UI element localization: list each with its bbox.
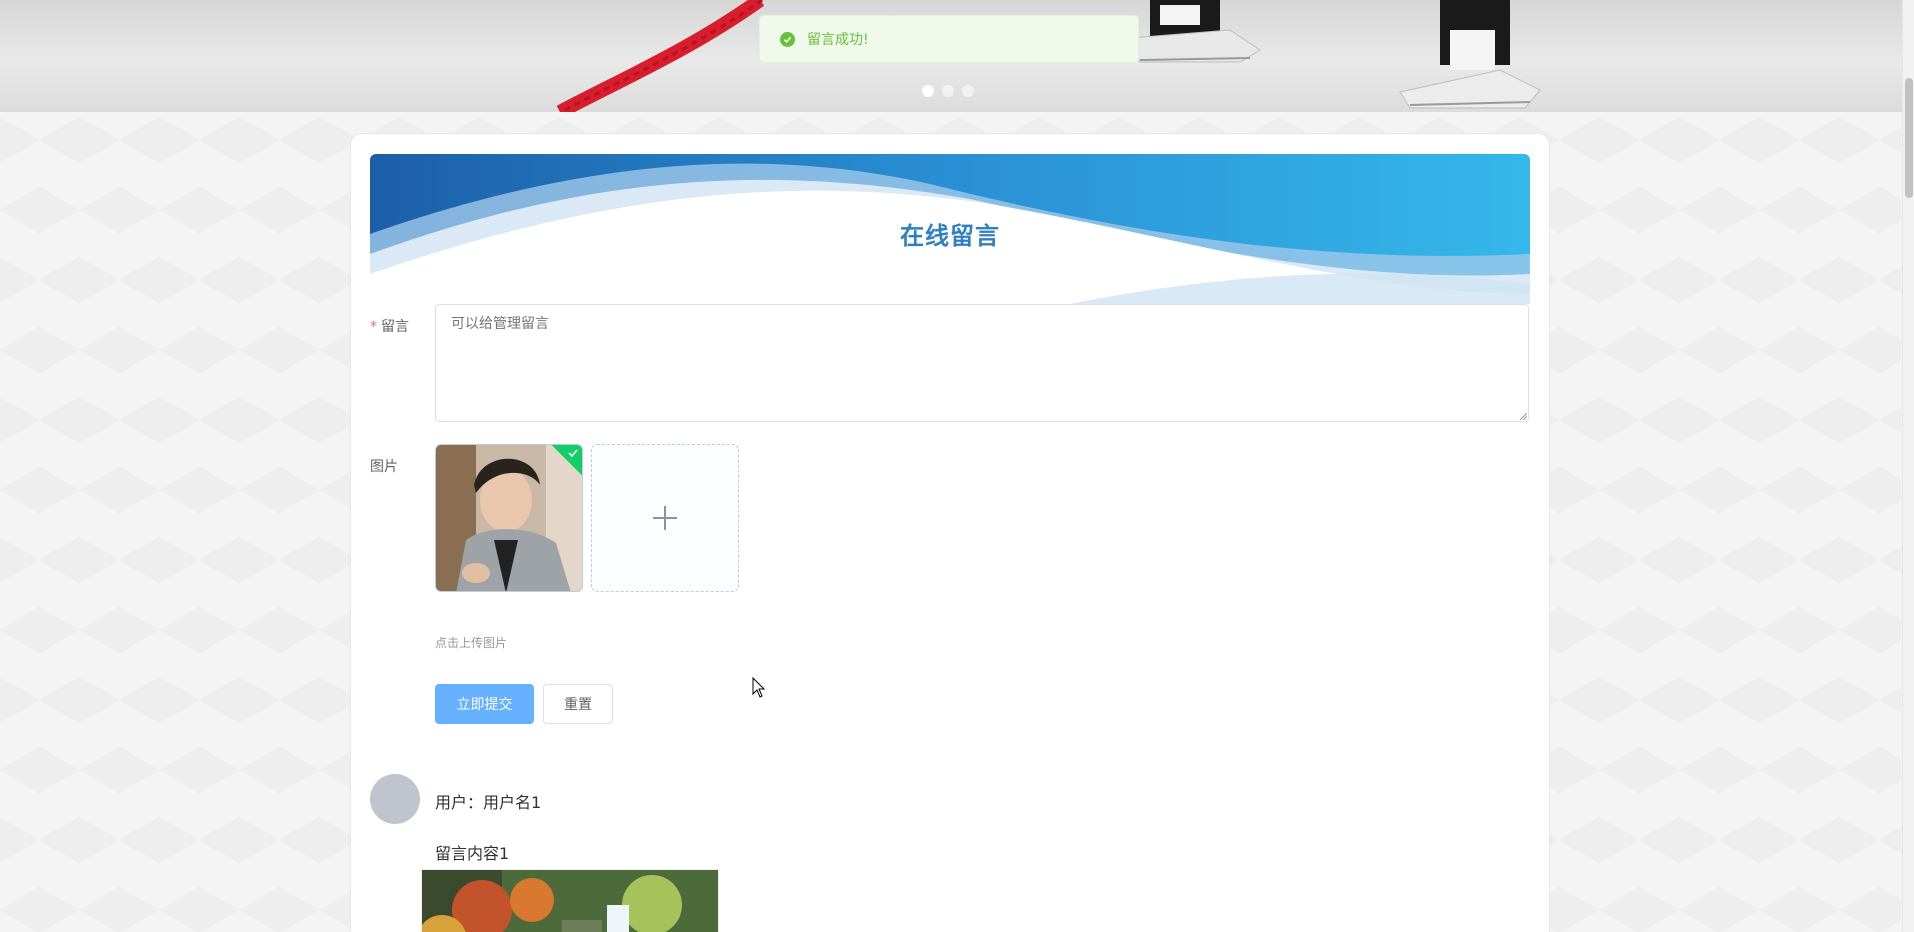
message-label-text: 留言 [381, 319, 409, 335]
success-toast: 留言成功! [759, 15, 1139, 63]
required-mark: * [370, 319, 377, 335]
comment-user: 用户：用户名1 [435, 789, 541, 813]
message-label: * 留言 [370, 316, 409, 336]
page-scrollbar[interactable] [1902, 0, 1914, 932]
comment-username: 用户名1 [483, 793, 542, 812]
message-textarea[interactable] [435, 304, 1529, 422]
form-title: 在线留言 [900, 222, 1000, 250]
carousel-dot-2[interactable] [942, 85, 954, 97]
uploaded-image-thumbnail[interactable] [435, 444, 583, 592]
comment-image [421, 869, 719, 932]
plus-icon [653, 506, 677, 530]
success-check-icon [780, 31, 795, 47]
submit-button[interactable]: 立即提交 [435, 684, 534, 724]
comment-photo [422, 870, 718, 932]
message-board-card: 在线留言 *留言 图片 点击上传图片 立即提交 重置 用户：用 [350, 133, 1550, 932]
avatar [370, 774, 420, 824]
comment-user-prefix: 用户： [435, 793, 484, 812]
upload-add-button[interactable] [591, 444, 739, 592]
toast-message: 留言成功! [807, 32, 869, 48]
reset-button[interactable]: 重置 [543, 684, 613, 724]
scrollbar-thumb[interactable] [1905, 78, 1913, 198]
resize-handle-icon[interactable] [1519, 412, 1527, 420]
carousel-dot-1[interactable] [922, 85, 934, 97]
image-label: 图片 [370, 459, 398, 475]
form-header: 在线留言 [370, 154, 1530, 304]
carousel-indicators [922, 85, 974, 97]
mouse-cursor-icon [752, 677, 766, 698]
check-icon [568, 449, 578, 458]
comment-content: 留言内容1 [435, 844, 510, 863]
upload-hint: 点击上传图片 [435, 636, 508, 650]
uploaded-photo [436, 445, 582, 591]
carousel-dot-3[interactable] [962, 85, 974, 97]
